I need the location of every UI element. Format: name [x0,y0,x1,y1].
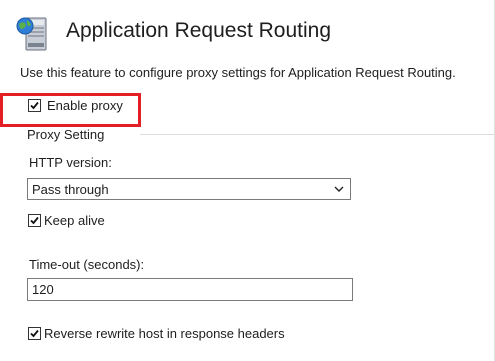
server-globe-icon [16,17,47,51]
http-version-value: Pass through [32,181,109,197]
http-version-select[interactable]: Pass through [27,178,351,200]
highlight-annotation [0,93,141,127]
reverse-rewrite-row[interactable]: Reverse rewrite host in response headers [28,326,285,341]
timeout-input[interactable]: 120 [27,278,353,301]
page-description: Use this feature to configure proxy sett… [20,65,456,80]
section-label-proxy-setting: Proxy Setting [27,127,105,142]
reverse-rewrite-checkbox[interactable] [28,327,41,340]
keep-alive-checkbox[interactable] [28,214,41,227]
http-version-label: HTTP version: [29,155,112,170]
keep-alive-row[interactable]: Keep alive [28,213,105,228]
chevron-down-icon [334,186,344,192]
checkmark-icon [30,216,39,225]
keep-alive-label: Keep alive [44,213,105,228]
reverse-rewrite-label: Reverse rewrite host in response headers [44,326,285,341]
proxy-settings-page: Application Request Routing Use this fea… [0,0,495,361]
timeout-label: Time-out (seconds): [29,257,145,272]
checkmark-icon [30,329,39,338]
section-divider [140,134,494,135]
page-title: Application Request Routing [66,19,332,42]
